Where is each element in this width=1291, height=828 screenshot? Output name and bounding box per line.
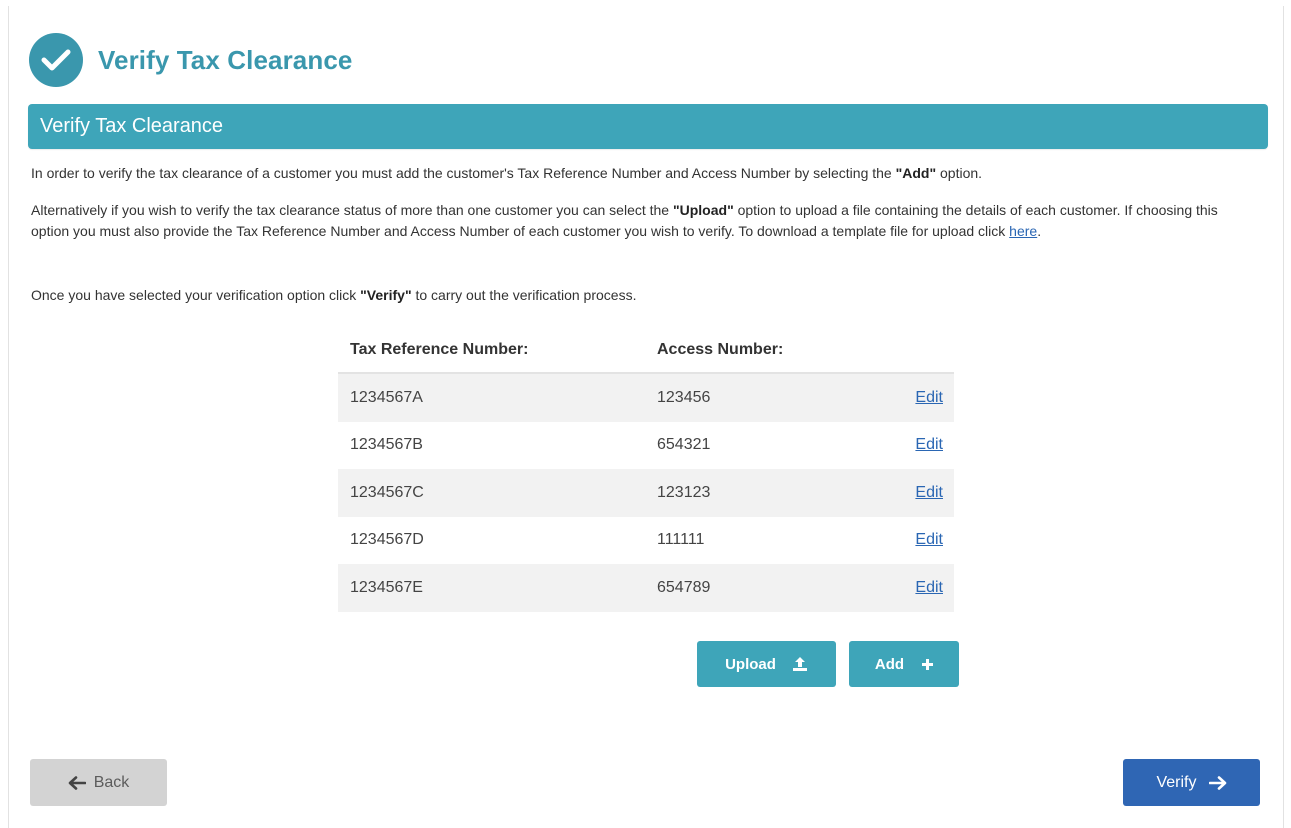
customer-table: Tax Reference Number: Access Number: 123…: [338, 327, 954, 612]
edit-link[interactable]: Edit: [915, 436, 943, 453]
edit-link[interactable]: Edit: [915, 579, 943, 596]
intro-paragraph-verify: Once you have selected your verification…: [31, 285, 1256, 306]
add-button-label: Add: [874, 655, 905, 673]
table-body: 1234567A 123456 Edit 1234567B 654321 Edi…: [338, 374, 954, 612]
bold-text: "Add": [895, 165, 937, 181]
text: Once you have selected your verification…: [31, 287, 361, 303]
action-cell: Edit: [885, 531, 954, 549]
table-row: 1234567D 111111 Edit: [338, 517, 954, 565]
arrow-left-icon: [68, 775, 86, 790]
edit-link[interactable]: Edit: [915, 389, 943, 406]
intro-paragraph-add: In order to verify the tax clearance of …: [31, 163, 1256, 184]
tax-reference-cell: 1234567E: [350, 578, 423, 596]
back-button-label: Back: [93, 773, 130, 791]
text: .: [1037, 223, 1042, 239]
tax-reference-cell: 1234567C: [350, 483, 424, 501]
table-row: 1234567A 123456 Edit: [338, 374, 954, 422]
text: In order to verify the tax clearance of …: [31, 165, 896, 181]
text: option.: [936, 165, 983, 181]
tax-reference-cell: 1234567B: [350, 436, 423, 454]
upload-button-label: Upload: [725, 655, 776, 673]
bold-text: "Upload": [672, 202, 734, 218]
action-cell: Edit: [885, 484, 954, 502]
table-row: 1234567C 123123 Edit: [338, 469, 954, 517]
action-cell: Edit: [885, 389, 954, 407]
text: to carry out the verification process.: [411, 287, 637, 303]
access-number-cell: 123456: [657, 388, 711, 406]
section-header: Verify Tax Clearance: [28, 104, 1268, 149]
page-title: Verify Tax Clearance: [98, 44, 353, 75]
action-cell: Edit: [885, 436, 954, 454]
tax-reference-cell: 1234567D: [350, 531, 424, 549]
add-button[interactable]: Add: [849, 641, 959, 687]
verify-button-label: Verify: [1156, 773, 1197, 791]
page-header: Verify Tax Clearance: [29, 33, 352, 87]
plus-icon: [922, 658, 934, 670]
bold-text: "Verify": [360, 287, 412, 303]
edit-link[interactable]: Edit: [915, 484, 943, 501]
table-row: 1234567B 654321 Edit: [338, 422, 954, 470]
table-header: Tax Reference Number: Access Number:: [338, 327, 954, 374]
check-icon: [29, 33, 83, 87]
access-number-cell: 654789: [657, 578, 711, 596]
access-number-cell: 654321: [657, 436, 711, 454]
upload-icon: [792, 656, 808, 672]
text: Alternatively if you wish to verify the …: [31, 202, 673, 218]
access-number-cell: 111111: [657, 531, 705, 549]
arrow-right-icon: [1208, 775, 1227, 790]
upload-button[interactable]: Upload: [697, 641, 836, 687]
action-cell: Edit: [885, 579, 954, 597]
header-tax-reference: Tax Reference Number:: [350, 340, 529, 358]
back-button[interactable]: Back: [30, 759, 167, 806]
table-row: 1234567E 654789 Edit: [338, 564, 954, 612]
header-access-number: Access Number:: [657, 340, 784, 358]
edit-link[interactable]: Edit: [915, 531, 943, 548]
template-download-link[interactable]: here: [1009, 223, 1037, 239]
access-number-cell: 123123: [657, 483, 711, 501]
tax-reference-cell: 1234567A: [350, 388, 423, 406]
intro-paragraph-upload: Alternatively if you wish to verify the …: [31, 200, 1256, 242]
verify-button[interactable]: Verify: [1123, 759, 1260, 806]
